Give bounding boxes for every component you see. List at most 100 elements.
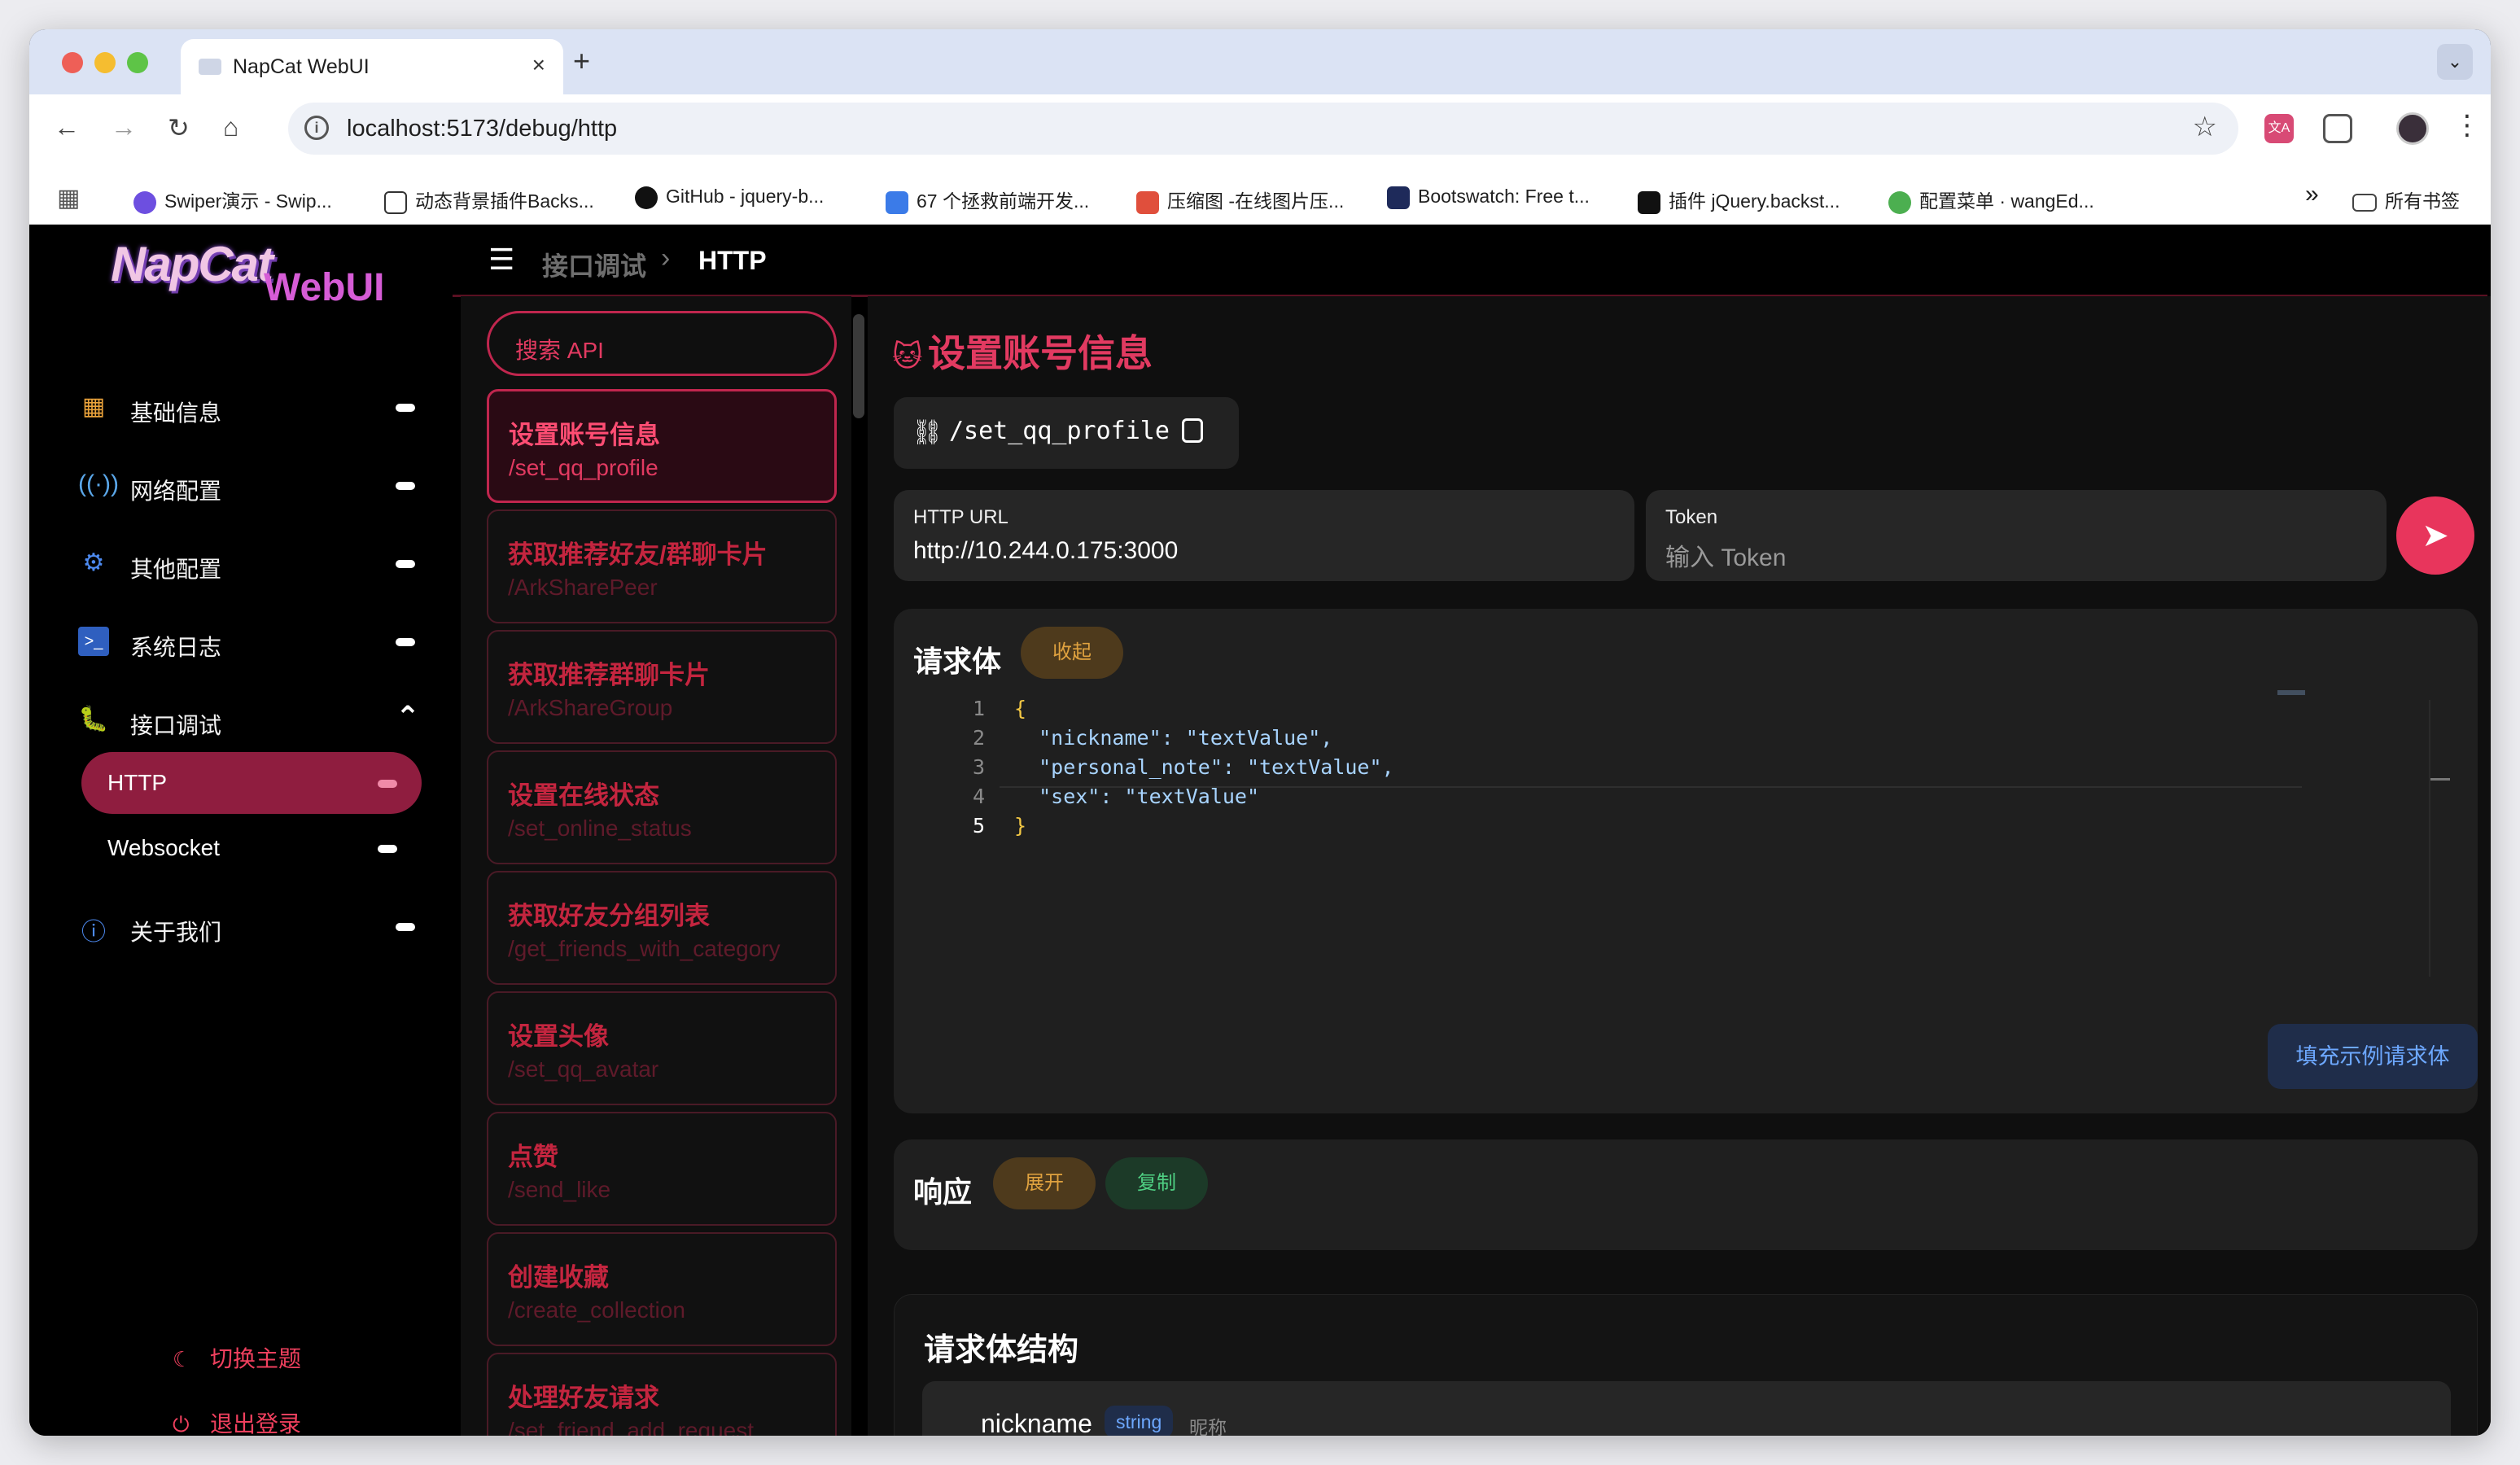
sidebar-item-other-config[interactable]: ⚙ 其他配置 [78, 534, 428, 593]
breadcrumb: ☰ 接口调试 › HTTP [461, 225, 2491, 296]
bookmark-item[interactable]: 压缩图 -在线图片压... [1136, 186, 1344, 214]
page-title: 🐱 设置账号信息 [892, 324, 1153, 378]
browser-tab[interactable]: NapCat WebUI × [181, 39, 563, 94]
editor-scroll-track [2429, 700, 2430, 977]
sidebar-item-basic-info[interactable]: ▦ 基础信息 [78, 378, 428, 436]
search-placeholder: 搜索 API [515, 338, 604, 363]
main-panel: 🐱 设置账号信息 ⛓ /set_qq_profile HTTP URL http:… [868, 296, 2491, 1436]
api-item[interactable]: 设置在线状态 /set_online_status [487, 750, 837, 864]
site-info-icon[interactable]: i [304, 116, 329, 140]
browser-menu-icon[interactable]: ⋮ [2453, 109, 2481, 142]
translate-extension-icon[interactable]: 文A [2264, 114, 2294, 143]
extensions-icon[interactable] [2323, 114, 2352, 143]
field-name: nickname [981, 1409, 1092, 1436]
close-window-button[interactable] [62, 52, 83, 73]
sidebar-item-api-debug[interactable]: 🐛 接口调试 ⌃ [78, 690, 428, 749]
sidebar-subitem-websocket[interactable]: Websocket [81, 817, 422, 879]
bookmark-item[interactable]: 配置菜单 · wangEd... [1888, 186, 2094, 214]
http-url-label: HTTP URL [913, 506, 1008, 528]
token-field[interactable]: Token 输入 Token [1646, 490, 2387, 581]
home-icon[interactable]: ⌂ [223, 112, 238, 142]
bookmark-item[interactable]: 动态背景插件Backs... [384, 186, 594, 214]
dashboard-icon: ▦ [81, 393, 106, 420]
api-item-path: /send_like [508, 1177, 611, 1202]
tab-title: NapCat WebUI [233, 55, 370, 78]
minus-icon [396, 560, 415, 568]
tab-search-button[interactable]: ⌄ [2437, 44, 2473, 80]
minimap[interactable] [2277, 690, 2305, 695]
api-list: 搜索 API 设置账号信息 /set_qq_profile 获取推荐好友/群聊卡… [461, 296, 851, 1436]
api-item-path: /get_friends_with_category [508, 936, 781, 961]
sidebar-item-label: 系统日志 [130, 635, 222, 660]
copy-button[interactable]: 复制 [1105, 1157, 1208, 1209]
bookmark-favicon-icon [133, 190, 156, 214]
bookmark-item[interactable]: Swiper演示 - Swip... [133, 186, 332, 214]
sidebar-item-system-log[interactable]: >_ 系统日志 [78, 612, 428, 671]
reload-icon[interactable]: ↻ [168, 112, 190, 143]
all-bookmarks-button[interactable]: 所有书签 [2352, 186, 2460, 213]
api-item[interactable]: 获取推荐群聊卡片 /ArkShareGroup [487, 630, 837, 744]
bookmark-star-icon[interactable]: ☆ [2193, 111, 2217, 143]
line-number: 5 [972, 814, 985, 837]
copy-icon[interactable] [1182, 418, 1203, 443]
sidebar-subitem-http[interactable]: HTTP [81, 752, 422, 814]
api-list-scrollbar[interactable] [853, 314, 864, 418]
bookmark-label: 插件 jQuery.backst... [1669, 190, 1840, 212]
minimize-window-button[interactable] [94, 52, 116, 73]
structure-field-row: nickname string 昵称 [922, 1381, 2451, 1436]
bookmark-favicon-icon [384, 190, 407, 214]
collapse-button[interactable]: 收起 [1021, 627, 1123, 679]
address-bar[interactable]: i localhost:5173/debug/http ☆ [288, 103, 2238, 155]
antenna-icon: ((·)) [78, 470, 119, 497]
breadcrumb-parent[interactable]: 接口调试 [542, 246, 646, 283]
fill-example-button[interactable]: 填充示例请求体 [2268, 1024, 2478, 1089]
bookmark-item[interactable]: 67 个拯救前端开发... [886, 186, 1089, 214]
send-button[interactable]: ➤ [2396, 496, 2474, 575]
api-item[interactable]: 设置账号信息 /set_qq_profile [487, 389, 837, 503]
forward-icon[interactable]: → [111, 112, 137, 142]
editor-scroll-marker [2430, 778, 2450, 781]
token-placeholder[interactable]: 输入 Token [1665, 537, 1786, 573]
link-icon: ⛓ [912, 419, 943, 446]
api-item[interactable]: 点赞 /send_like [487, 1112, 837, 1226]
new-tab-button[interactable]: + [573, 44, 590, 78]
line-number: 4 [972, 785, 985, 808]
api-item-path: /set_friend_add_request [508, 1418, 754, 1436]
http-url-field[interactable]: HTTP URL http://10.244.0.175:3000 [894, 490, 1634, 581]
bookmark-label: Swiper演示 - Swip... [164, 190, 332, 212]
current-line-highlight [1000, 786, 2302, 788]
sidebar-item-label: 其他配置 [130, 557, 222, 582]
api-item[interactable]: 处理好友请求 /set_friend_add_request [487, 1353, 837, 1436]
profile-avatar[interactable] [2396, 112, 2429, 145]
bookmark-label: GitHub - jquery-b... [666, 186, 825, 207]
switch-theme-button[interactable]: ☾ 切换主题 [173, 1341, 301, 1374]
api-item[interactable]: 获取推荐好友/群聊卡片 /ArkSharePeer [487, 509, 837, 623]
bookmark-item[interactable]: 插件 jQuery.backst... [1638, 186, 1840, 214]
sidebar-item-about[interactable]: ⓘ 关于我们 [78, 897, 428, 956]
api-search-input[interactable]: 搜索 API [487, 311, 837, 376]
maximize-window-button[interactable] [127, 52, 148, 73]
code-editor[interactable]: 1 2 3 4 5 { "nickname": "textValue", "pe… [894, 697, 2277, 859]
breadcrumb-current: HTTP [698, 246, 767, 275]
expand-button[interactable]: 展开 [993, 1157, 1096, 1209]
http-url-value[interactable]: http://10.244.0.175:3000 [913, 537, 1178, 565]
bookmark-favicon-icon [1387, 186, 1410, 209]
bookmark-item[interactable]: GitHub - jquery-b... [635, 186, 824, 209]
tab-close-icon[interactable]: × [532, 52, 545, 78]
api-item[interactable]: 设置头像 /set_qq_avatar [487, 991, 837, 1105]
api-item[interactable]: 获取好友分组列表 /get_friends_with_category [487, 871, 837, 985]
api-item[interactable]: 创建收藏 /create_collection [487, 1232, 837, 1346]
bookmark-item[interactable]: Bootswatch: Free t... [1387, 186, 1590, 209]
bookmarks-overflow-icon[interactable]: » [2305, 181, 2319, 208]
sidebar-item-label: 关于我们 [130, 920, 222, 945]
switch-theme-label: 切换主题 [210, 1346, 302, 1371]
back-icon[interactable]: ← [54, 112, 80, 142]
sidebar-item-network[interactable]: ((·)) 网络配置 [78, 456, 428, 514]
api-item-title: 获取推荐好友/群聊卡片 [508, 540, 768, 569]
apps-grid-icon[interactable]: ▦ [57, 184, 80, 212]
logout-button[interactable]: ⏻ 退出登录 [173, 1406, 301, 1436]
route-chip: ⛓ /set_qq_profile [894, 397, 1239, 469]
bookmark-favicon-icon [886, 190, 908, 214]
menu-collapse-icon[interactable]: ☰ [488, 243, 514, 277]
address-url[interactable]: localhost:5173/debug/http [347, 116, 617, 142]
